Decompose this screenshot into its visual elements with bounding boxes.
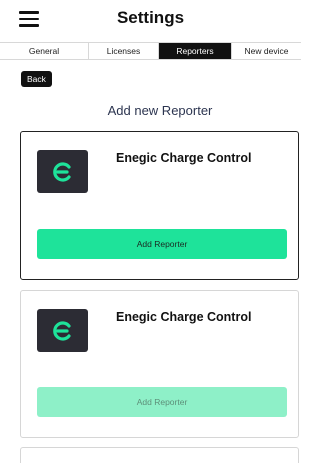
section-title: Add new Reporter	[107, 103, 213, 118]
reporter-name: Enegic Charge Control	[116, 310, 252, 324]
enegic-logo-icon	[37, 309, 88, 352]
add-reporter-button-disabled[interactable]: Add Reporter	[37, 387, 287, 417]
tab-new-device[interactable]: New device	[232, 43, 301, 59]
app-header: Settings	[0, 0, 301, 42]
reporter-card-partial	[20, 447, 299, 463]
tab-general[interactable]: General	[0, 43, 89, 59]
add-reporter-button[interactable]: Add Reporter	[37, 229, 287, 259]
reporter-card: Enegic Charge Control Add Reporter	[20, 131, 299, 280]
tab-reporters[interactable]: Reporters	[159, 43, 232, 59]
tab-licenses[interactable]: Licenses	[89, 43, 159, 59]
page-title: Settings	[116, 8, 185, 27]
reporter-card: Enegic Charge Control Add Reporter	[20, 290, 299, 438]
settings-tabs: General Licenses Reporters New device	[0, 42, 301, 60]
reporter-name: Enegic Charge Control	[116, 151, 252, 165]
enegic-logo-icon	[37, 150, 88, 193]
back-button[interactable]: Back	[21, 71, 52, 87]
